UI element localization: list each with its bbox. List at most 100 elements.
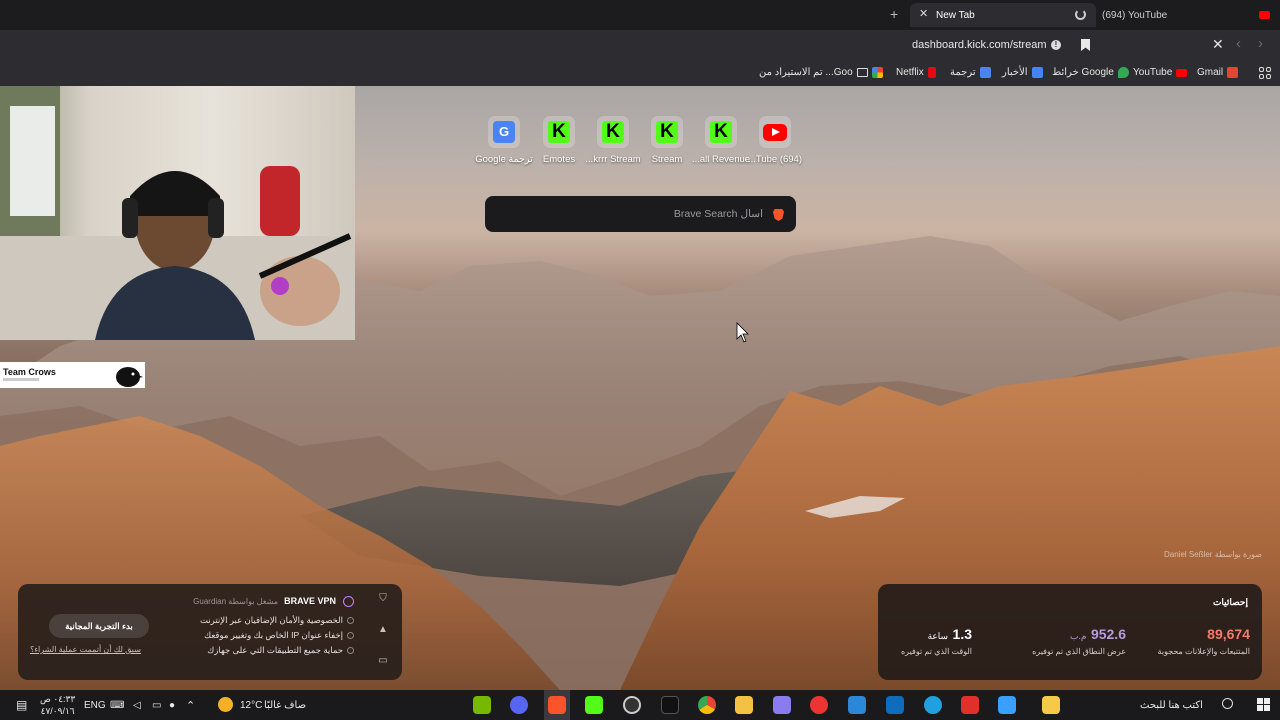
google-translate-icon: G	[493, 121, 515, 143]
top-site-tile[interactable]: K Stream	[637, 114, 697, 165]
vpn-alert-icon[interactable]: ▲	[376, 624, 390, 635]
outlook-icon[interactable]	[886, 696, 904, 714]
file-explorer-icon[interactable]	[735, 696, 753, 714]
keyboard-icon[interactable]: ⌨	[110, 690, 124, 720]
bookmark-translate[interactable]: ترجمة	[950, 67, 991, 78]
apps-grid-icon[interactable]	[1259, 67, 1271, 79]
stat-unit: ساعة	[927, 631, 949, 641]
vpn-feature-text: حماية جميع التطبيقات التي على جهازك	[207, 645, 343, 655]
acrobat-icon[interactable]	[961, 696, 979, 714]
new-tab-button[interactable]: +	[890, 6, 898, 22]
bookmark-label: YouTube	[1133, 67, 1173, 78]
url-field[interactable]: dashboard.kick.com/stream	[912, 39, 1047, 51]
bookmark-label: Gmail	[1197, 67, 1224, 78]
back-button[interactable]: ›	[1258, 35, 1263, 52]
weather-sun-icon	[218, 697, 233, 712]
kick-app-icon[interactable]	[585, 696, 603, 714]
vpn-feature: الخصوصية والأمان الإضافيان عبر الإنترنت	[200, 615, 354, 626]
forward-button[interactable]: ‹	[1236, 35, 1241, 52]
app-3-icon[interactable]	[848, 696, 866, 714]
language-indicator[interactable]: ENG	[84, 690, 106, 720]
microphone-icon[interactable]: ●	[169, 690, 175, 720]
search-input[interactable]	[495, 196, 763, 232]
bookmark-maps[interactable]: خرائط Google	[1052, 67, 1129, 78]
copilot-icon[interactable]	[1042, 696, 1060, 714]
stat-value: 1.3	[952, 626, 972, 642]
photo-credit[interactable]: Daniel Seßler صورة بواسطة	[1164, 550, 1262, 559]
bookmark-folder-imported[interactable]: تم الاستيراد من ...Goo	[759, 67, 868, 78]
edge-icon[interactable]	[924, 696, 942, 714]
tile-label: ...krrr Stream	[585, 154, 641, 165]
media-player-icon[interactable]	[810, 696, 828, 714]
news-icon	[1031, 67, 1043, 78]
obs-icon[interactable]	[623, 696, 641, 714]
kick-icon: K	[710, 121, 732, 143]
check-icon	[347, 617, 354, 624]
tile-label: Stream	[651, 154, 683, 165]
language-code: ENG	[84, 699, 106, 711]
youtube-icon	[1259, 11, 1270, 19]
top-site-tile[interactable]: K ...all Revenue	[691, 114, 751, 165]
tab-youtube[interactable]: (694) YouTube	[1096, 3, 1280, 27]
translate-icon	[979, 67, 991, 78]
close-tab-icon[interactable]: ✕	[919, 7, 928, 20]
top-site-tile[interactable]: K Emotes	[529, 114, 589, 165]
brave-vpn-card: BRAVE VPN مشغل بواسطة Guardian الخصوصية …	[18, 584, 402, 680]
top-site-tile[interactable]: G Google ترجمة	[474, 114, 534, 165]
clock[interactable]: ٠٤:٣٣ ص ٤٧/٠٩/١٦	[40, 693, 75, 717]
stat-label: عرض النطاق الذي تم توفيره	[1032, 647, 1126, 656]
bookmark-news[interactable]: الأخبار	[1002, 67, 1043, 78]
tiktok-icon[interactable]	[661, 696, 679, 714]
top-site-tile[interactable]: ...Tube (694)	[745, 114, 805, 165]
bookmark-gmail[interactable]: Gmail	[1197, 67, 1239, 78]
bookmark-netflix[interactable]: Netflix	[896, 67, 936, 78]
volume-icon[interactable]: ◁	[133, 690, 141, 720]
network-icon[interactable]: ▭	[152, 690, 161, 720]
weather-temp[interactable]: 12°C	[240, 690, 262, 720]
taskbar-search-box[interactable]: اكتب هنا للبحث	[1140, 690, 1203, 720]
already-purchased-link[interactable]: سبق لك أن أتممت عملية الشراء؟	[30, 645, 141, 654]
tab-new-tab[interactable]: ✕ New Tab	[910, 3, 1096, 27]
search-icon[interactable]	[1222, 698, 1233, 709]
bookmark-label: Netflix	[896, 67, 924, 78]
tile-label: Emotes	[542, 154, 576, 165]
vpn-settings-icon[interactable]: ▭	[376, 655, 390, 666]
stop-loading-button[interactable]: ✕	[1212, 36, 1224, 53]
copilot-app-icon[interactable]	[998, 696, 1016, 714]
bookmark-icon[interactable]	[1081, 39, 1090, 51]
vpn-title: BRAVE VPN	[284, 596, 336, 606]
discord-icon[interactable]	[510, 696, 528, 714]
bookmark-photos[interactable]	[872, 67, 883, 78]
bookmark-youtube[interactable]: YouTube	[1133, 67, 1188, 78]
vpn-feature: حماية جميع التطبيقات التي على جهازك	[207, 645, 354, 656]
stat-trackers-blocked: 89,674 المتتبعات والإعلانات محجوبة	[1158, 626, 1250, 656]
photos-icon	[872, 67, 883, 78]
notifications-icon[interactable]: ▤	[16, 690, 27, 720]
brave-icon[interactable]	[548, 696, 566, 714]
top-sites: G Google ترجمة K Emotes K ...krrr Stream…	[475, 114, 810, 174]
weather-text[interactable]: صاف غالبًا	[264, 690, 306, 720]
chrome-icon[interactable]	[698, 696, 716, 714]
vpn-badge-icon	[343, 596, 354, 607]
game-icon[interactable]	[773, 696, 791, 714]
gmail-icon	[1227, 67, 1239, 78]
stat-label: الوقت الذي تم توفيره	[900, 647, 972, 656]
windows-taskbar: اكتب هنا للبحث صاف غالبًا 12°C ⌃ ● ▭ ◁ ⌨…	[0, 690, 1280, 720]
webcam-overlay	[0, 86, 355, 340]
start-free-trial-button[interactable]: بدء التجربة المجانية	[49, 614, 149, 638]
site-info-icon[interactable]: !	[1051, 40, 1061, 50]
kick-icon: K	[548, 121, 570, 143]
tab-title: New Tab	[936, 9, 975, 21]
stats-title: إحصائيات	[1212, 597, 1248, 607]
top-site-tile[interactable]: K ...krrr Stream	[583, 114, 643, 165]
chevron-up-icon[interactable]: ⌃	[186, 690, 195, 720]
bookmark-label: تم الاستيراد من ...Goo	[759, 67, 853, 78]
taskbar-search-placeholder: اكتب هنا للبحث	[1140, 699, 1203, 711]
vpn-feature-text: الخصوصية والأمان الإضافيان عبر الإنترنت	[199, 615, 343, 625]
nvidia-icon[interactable]	[473, 696, 491, 714]
vpn-shield-icon[interactable]: ⛉	[376, 593, 390, 604]
maps-icon	[1117, 67, 1129, 78]
clock-time: ٠٤:٣٣ ص	[40, 694, 76, 704]
start-button[interactable]	[1257, 698, 1270, 711]
tab-bar: + ✕ New Tab (694) YouTube	[0, 0, 1280, 30]
